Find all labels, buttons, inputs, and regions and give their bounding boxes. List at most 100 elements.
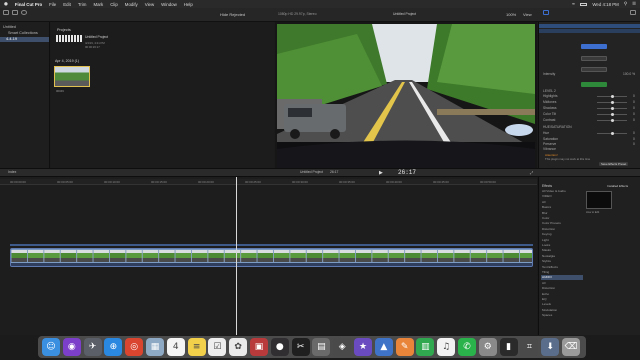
effects-category-item[interactable]: All — [541, 281, 583, 286]
menu-file[interactable]: File — [49, 2, 56, 7]
event-date-header[interactable]: Apr 4, 2019 (1) — [55, 59, 79, 63]
system-preferences-icon[interactable]: ⚙ — [478, 338, 497, 356]
effects-category-item[interactable]: Distortion — [541, 227, 583, 232]
effects-category-item[interactable]: All Video & Audio — [541, 189, 583, 194]
whatsapp-icon[interactable]: ✆ — [458, 338, 476, 356]
final-cut-icon[interactable]: ✂ — [291, 338, 310, 356]
launchpad-icon[interactable]: ✈ — [83, 338, 102, 356]
effects-category-item[interactable]: AUDIO — [541, 275, 583, 280]
event-4-4-19[interactable]: 4-4-19 — [0, 37, 49, 42]
effects-category-item[interactable]: Keying — [541, 232, 583, 237]
timeline-ruler[interactable]: 00:00:00:00 00:00:05:00 00:00:10:00 00:00:1… — [0, 179, 537, 185]
motion-icon[interactable]: ◈ — [333, 338, 352, 356]
effects-category-item[interactable]: Blur — [541, 211, 583, 216]
terminal-icon[interactable]: ▮ — [499, 338, 518, 356]
effect-header-2[interactable] — [539, 29, 640, 33]
slider-knob[interactable] — [611, 119, 614, 122]
slider-knob[interactable] — [611, 107, 614, 110]
project-thumbnail[interactable] — [56, 35, 82, 42]
effects-category-item[interactable]: Basics — [541, 205, 583, 210]
downloads-icon[interactable]: ⬇ — [541, 338, 560, 356]
shadows-slider[interactable] — [597, 107, 627, 110]
save-effects-preset-button[interactable]: Save Effects Preset — [599, 162, 629, 166]
keywords-icon[interactable] — [12, 10, 18, 15]
notes-icon[interactable]: ≡ — [187, 338, 206, 356]
effect-header-1[interactable] — [539, 24, 640, 28]
play-button-icon[interactable]: ▶ — [379, 170, 383, 176]
menu-modify[interactable]: Modify — [125, 2, 138, 7]
wifi-icon[interactable]: ≈ — [572, 2, 576, 7]
effects-category-item[interactable]: Distortion — [541, 286, 583, 291]
menubar-clock[interactable]: Wed 4:18 PM — [592, 2, 619, 7]
effects-category-item[interactable]: Looks — [541, 243, 583, 248]
param-value[interactable]: 0 — [633, 142, 635, 146]
view-menu-button[interactable]: View — [523, 12, 532, 17]
effects-category-item[interactable]: Masks — [541, 248, 583, 253]
param-value[interactable]: 0 — [633, 118, 635, 122]
photo-booth-icon[interactable]: ▣ — [250, 338, 268, 356]
menu-clip[interactable]: Clip — [110, 2, 118, 7]
param-value[interactable]: 0 — [633, 112, 635, 116]
timeline-index-button[interactable]: Index — [8, 170, 16, 174]
slider-knob[interactable] — [611, 95, 614, 98]
slider-knob[interactable] — [611, 113, 614, 116]
effect-thumbnail[interactable] — [586, 191, 612, 209]
clip-thumbnail[interactable] — [54, 66, 90, 87]
app-menu[interactable]: Final Cut Pro — [15, 2, 42, 7]
reminders-icon[interactable]: ☑ — [208, 338, 227, 356]
inspector-toggle-icon[interactable] — [543, 10, 549, 15]
contrast-slider[interactable] — [597, 119, 627, 122]
chrome-icon[interactable]: ◎ — [125, 338, 144, 356]
trash-icon[interactable]: ⌫ — [562, 338, 580, 356]
menu-help[interactable]: Help — [184, 2, 193, 7]
effects-category-item[interactable]: All — [541, 200, 583, 205]
zoom-level[interactable]: 100% — [506, 12, 516, 17]
finder-icon[interactable]: ☺ — [42, 338, 60, 356]
share-icon[interactable] — [630, 10, 636, 15]
import-icon[interactable] — [3, 10, 9, 15]
project-name[interactable]: Untitled Project — [85, 35, 108, 39]
effects-category-item[interactable]: Nostalgia — [541, 254, 583, 259]
smart-collections[interactable]: Smart Collections — [3, 31, 38, 36]
playhead[interactable] — [236, 177, 237, 335]
effect-button-3[interactable] — [581, 67, 607, 72]
projects-header[interactable]: Projects — [57, 28, 71, 32]
notification-center-icon[interactable]: ☰ — [632, 2, 636, 7]
fullscreen-icon[interactable]: ⤢ — [530, 170, 533, 175]
effects-category-item[interactable]: Color Presets — [541, 221, 583, 226]
apple-menu-icon[interactable]: ● — [4, 2, 8, 7]
preview-icon[interactable]: ▦ — [146, 338, 164, 356]
param-value[interactable]: 100.0 % — [623, 72, 635, 76]
menu-window[interactable]: Window — [161, 2, 177, 7]
slider-knob[interactable] — [611, 132, 614, 135]
effects-category-item[interactable]: Stylize — [541, 259, 583, 264]
effect-button-green[interactable] — [581, 82, 607, 87]
itunes-icon[interactable]: ♫ — [437, 338, 456, 356]
effects-category-item[interactable]: Text Effects — [541, 265, 583, 270]
menu-mark[interactable]: Mark — [93, 2, 103, 7]
spotlight-icon[interactable]: ⚲ — [624, 2, 627, 7]
slider-knob[interactable] — [611, 101, 614, 104]
highlights-slider[interactable] — [597, 95, 627, 98]
menu-trim[interactable]: Trim — [78, 2, 87, 7]
effects-category-item[interactable]: Spaces — [541, 313, 583, 318]
color-tilt-slider[interactable] — [597, 113, 627, 116]
background-tasks-icon[interactable] — [21, 10, 27, 15]
library-untitled[interactable]: Untitled — [3, 25, 16, 30]
param-value[interactable]: 0 — [633, 100, 635, 104]
video-frame[interactable] — [277, 24, 535, 169]
obs-icon[interactable]: ● — [270, 338, 289, 356]
effects-category-item[interactable]: Tiling — [541, 270, 583, 275]
param-value[interactable]: 0 — [633, 137, 635, 141]
menu-view[interactable]: View — [145, 2, 154, 7]
param-value[interactable]: 0 — [633, 106, 635, 110]
effects-category-item[interactable]: EQ — [541, 297, 583, 302]
hide-rejected-filter[interactable]: Hide Rejected — [220, 12, 245, 17]
hue-slider[interactable] — [597, 132, 627, 135]
effects-category-item[interactable]: VIDEO — [541, 194, 583, 199]
installed-effects-button[interactable]: Installed Effects — [607, 184, 628, 188]
viewer-timecode[interactable]: 26:17 — [398, 169, 416, 176]
effects-category-item[interactable]: Color — [541, 216, 583, 221]
battery-icon[interactable] — [580, 2, 588, 6]
midtones-slider[interactable] — [597, 101, 627, 104]
